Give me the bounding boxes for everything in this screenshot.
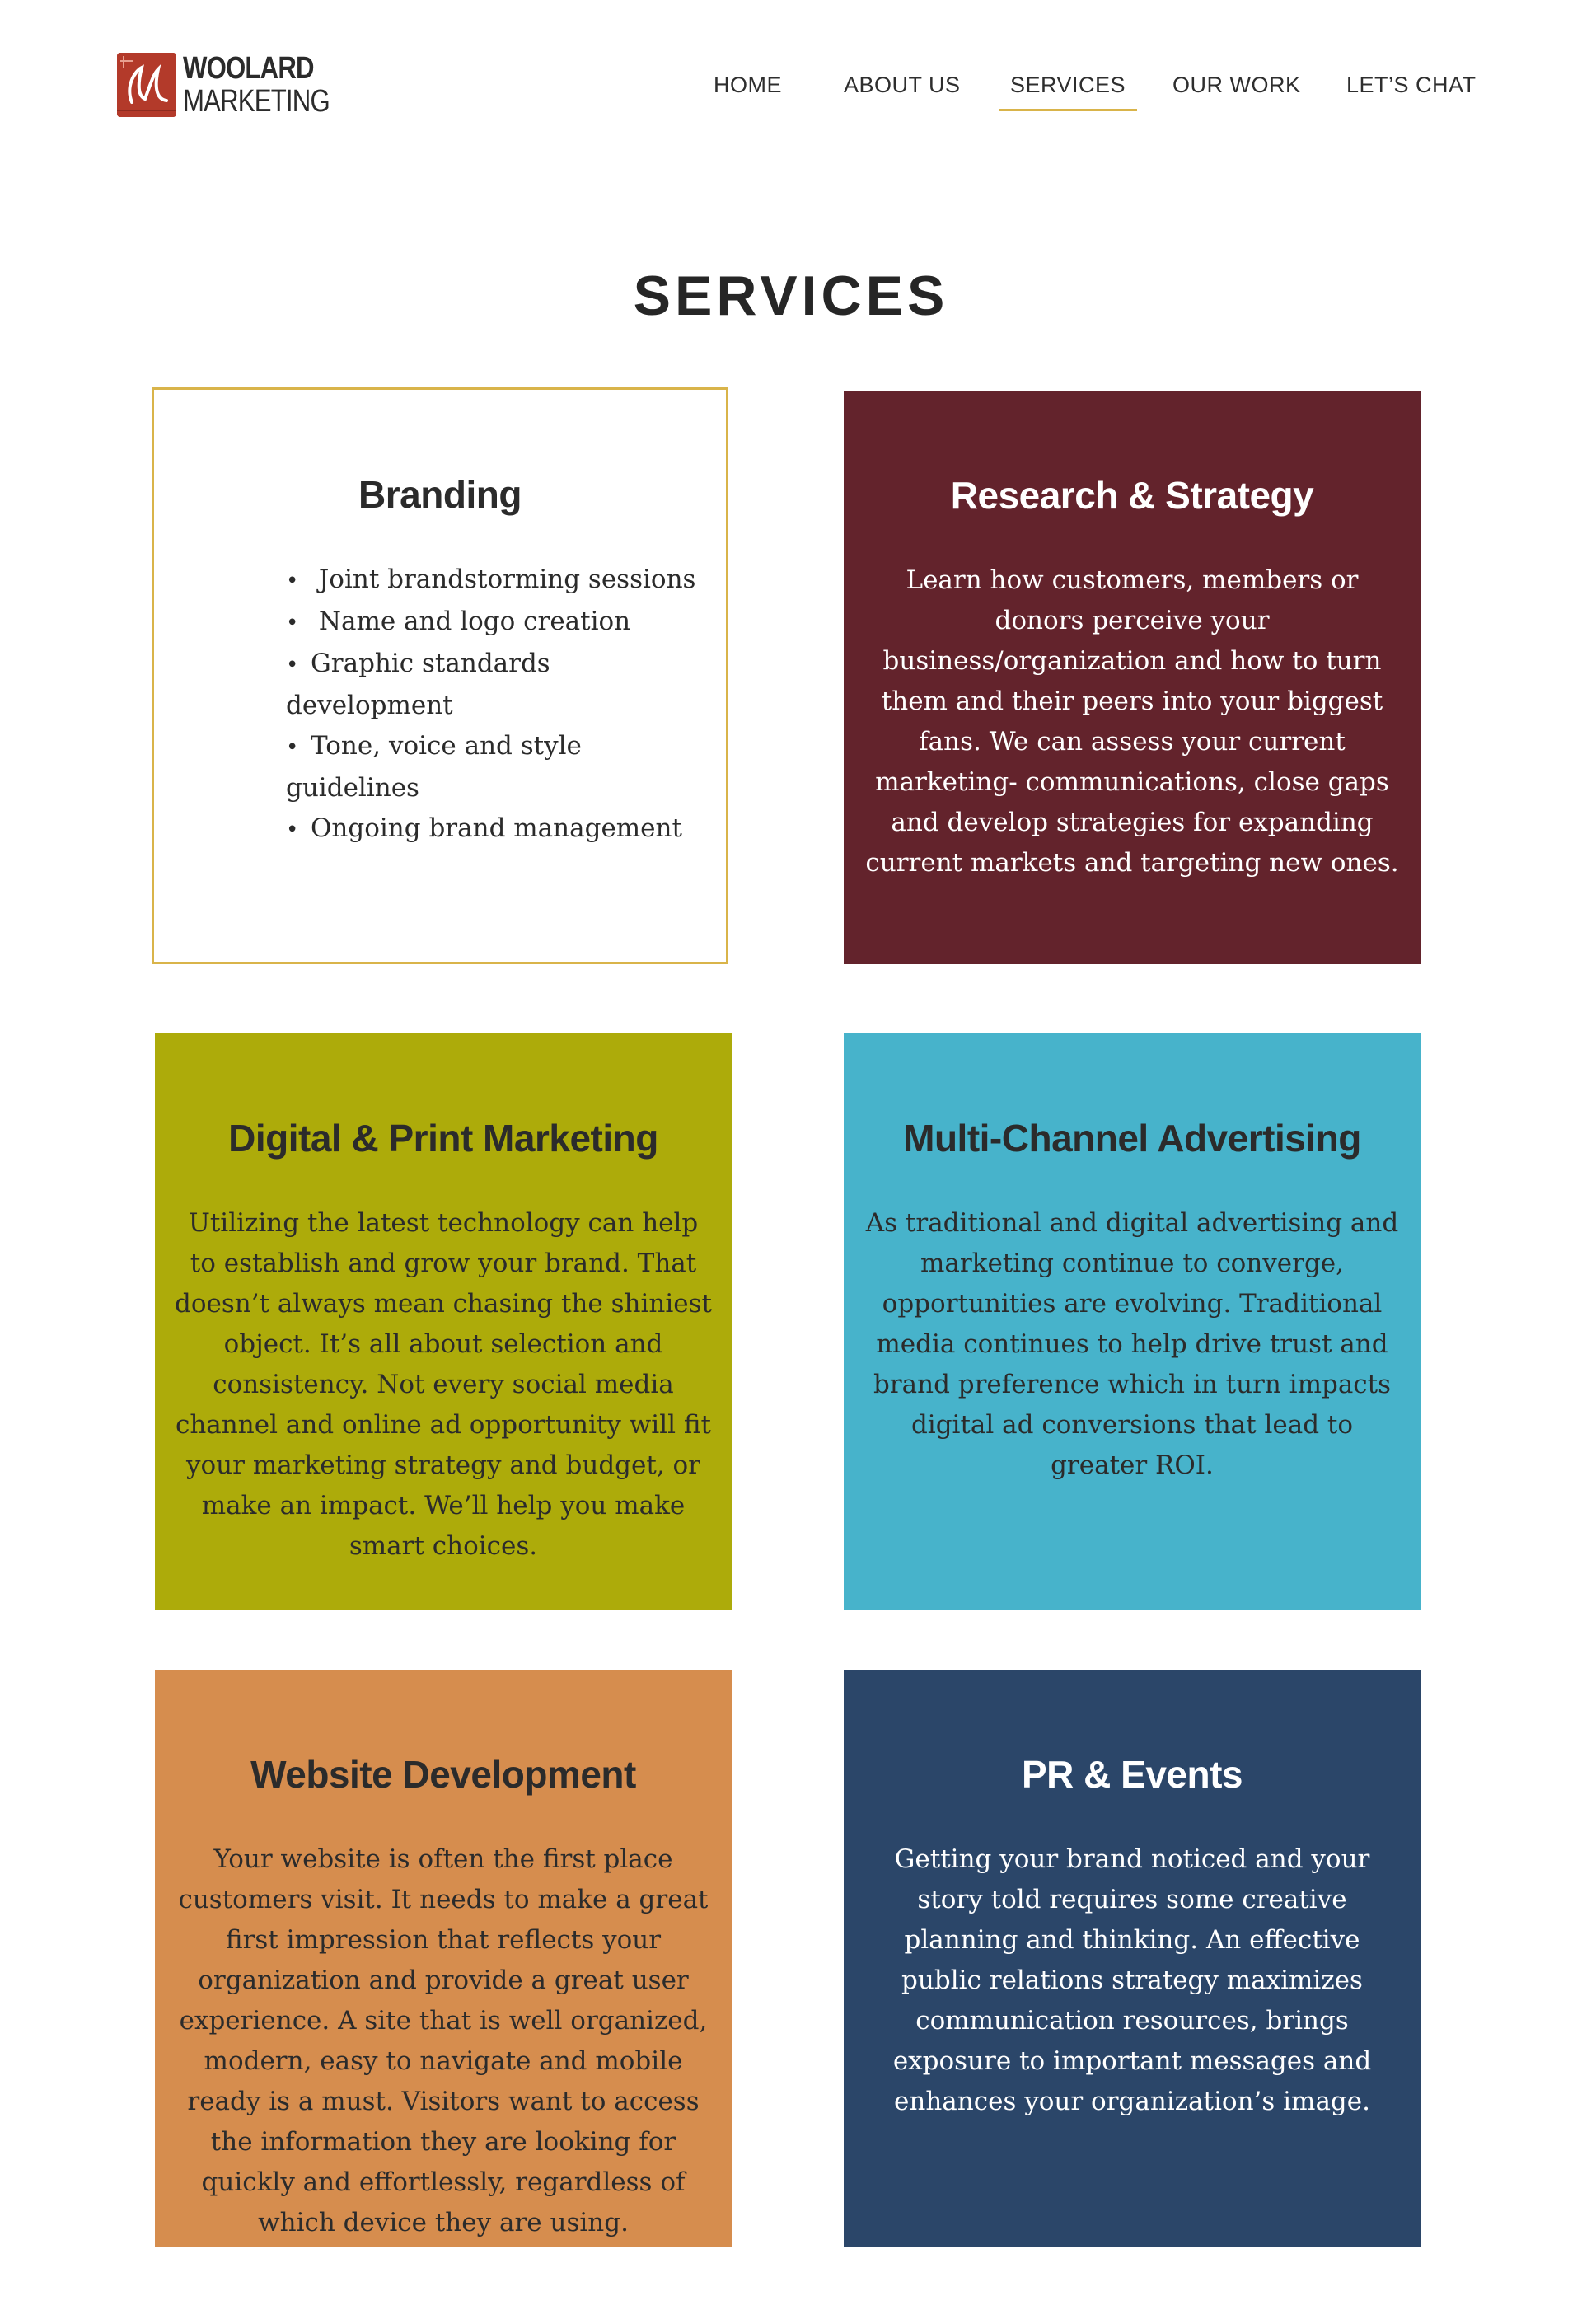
branding-list: Joint brandstorming sessions Name and lo… <box>174 560 706 850</box>
nav-about-us[interactable]: ABOUT US <box>844 73 961 98</box>
site-logo[interactable]: WOOLARD MARKETING <box>117 53 362 117</box>
card-title: Branding <box>358 473 522 516</box>
service-card-pr-events: PR & Events Getting your brand noticed a… <box>844 1670 1421 2247</box>
nav-lets-chat[interactable]: LET’S CHAT <box>1346 73 1477 98</box>
card-title: PR & Events <box>1021 1753 1243 1796</box>
card-title: Website Development <box>250 1753 636 1796</box>
list-item: Joint brandstorming sessions <box>286 560 706 602</box>
logo-mark-icon <box>117 53 176 117</box>
service-card-research-strategy: Research & Strategy Learn how customers,… <box>844 391 1421 964</box>
nav-home[interactable]: HOME <box>714 73 782 98</box>
card-title: Digital & Print Marketing <box>228 1117 658 1160</box>
page-title: SERVICES <box>633 265 949 327</box>
logo-line-2: MARKETING <box>183 84 330 119</box>
list-item: Tone, voice and style guidelines <box>286 726 706 808</box>
service-card-website: Website Development Your website is ofte… <box>155 1670 732 2247</box>
card-title: Multi-Channel Advertising <box>903 1117 1361 1160</box>
logo-line-1: WOOLARD <box>183 51 315 86</box>
card-description: Your website is often the first place cu… <box>178 1844 709 2237</box>
card-description: As traditional and digital advertising a… <box>865 1208 1399 1480</box>
card-description: Learn how customers, members or donors p… <box>865 565 1399 878</box>
nav-services[interactable]: SERVICES <box>998 73 1138 111</box>
service-card-digital-print: Digital & Print Marketing Utilizing the … <box>155 1033 732 1610</box>
list-item: Graphic standards development <box>286 644 706 726</box>
service-card-branding: Branding Joint brandstorming sessions Na… <box>152 387 728 964</box>
logo-wordmark: WOOLARD MARKETING <box>183 53 362 117</box>
service-card-multichannel: Multi-Channel Advertising As traditional… <box>844 1033 1421 1610</box>
list-item: Name and logo creation <box>286 602 706 644</box>
list-item: Ongoing brand management <box>286 808 706 850</box>
card-title: Research & Strategy <box>950 474 1314 517</box>
nav-our-work[interactable]: OUR WORK <box>1172 73 1301 98</box>
card-description: Getting your brand noticed and your stor… <box>892 1844 1372 2116</box>
card-description: Utilizing the latest technology can help… <box>175 1208 712 1561</box>
